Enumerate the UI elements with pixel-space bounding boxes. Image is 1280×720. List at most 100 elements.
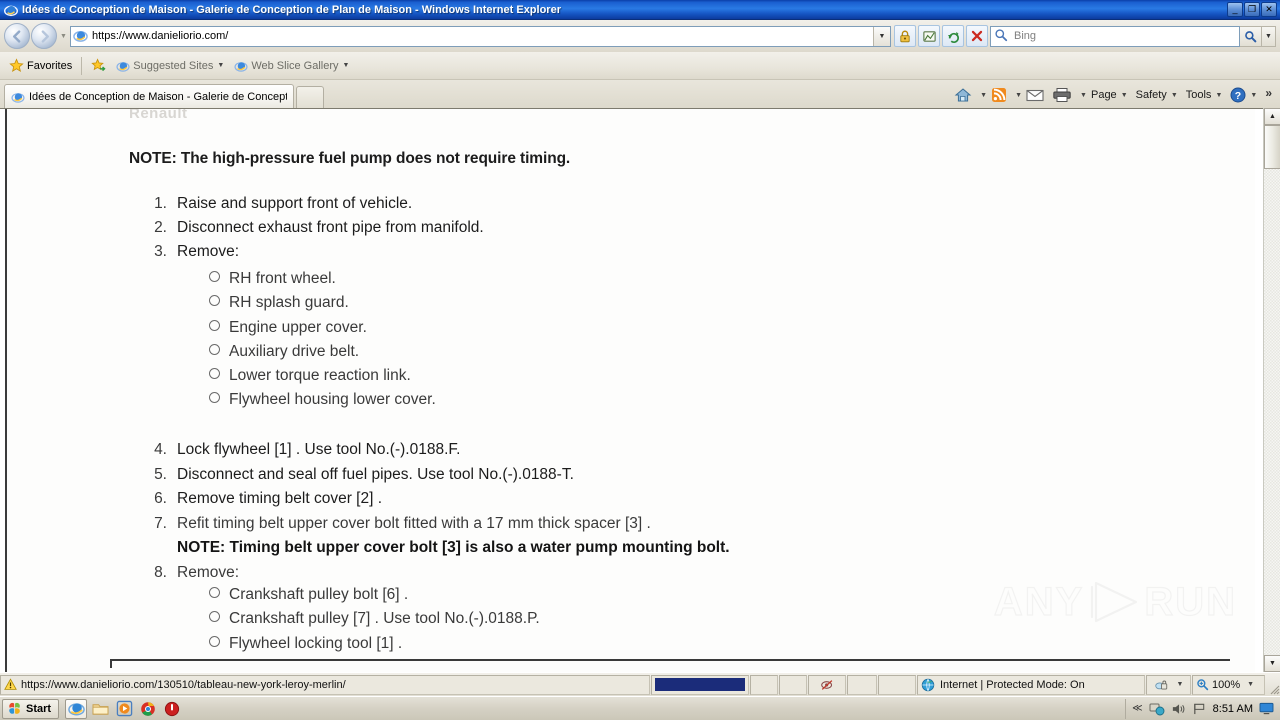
tools-menu-label: Tools [1185,89,1212,101]
sublist-item-text: Crankshaft pulley [7] . Use tool No.(-).… [229,610,540,628]
close-button[interactable]: ✕ [1261,2,1277,17]
compatibility-view-icon[interactable] [918,25,940,47]
sublist-item-text: Crankshaft pulley bolt [6] . [229,586,409,603]
new-tab-button[interactable] [296,86,324,108]
chevron-down-icon[interactable]: ▼ [1250,92,1257,99]
list-item-text: Remove timing belt cover [2] . [177,490,383,507]
taskbar-clock[interactable]: 8:51 AM [1213,703,1253,715]
ie-small-icon [234,59,248,73]
list-item: 2. Disconnect exhaust front pipe from ma… [147,219,484,243]
volume-icon[interactable] [1171,702,1186,716]
taskbar-media-player-icon[interactable] [113,699,135,719]
feeds-caret-icon[interactable]: ▼ [1015,92,1022,99]
chevron-down-icon[interactable]: ▼ [217,62,224,69]
vertical-scrollbar[interactable]: ▲ ▼ [1263,108,1280,672]
restore-button[interactable]: ❐ [1244,2,1260,17]
status-url-text: https://www.danieliorio.com/130510/table… [21,678,346,691]
tab-favicon-icon [11,90,25,104]
mail-button[interactable] [1022,84,1048,106]
status-blank-cell-1 [750,674,778,695]
zoom-cell[interactable]: 100% ▼ [1192,674,1265,695]
status-blank-cell-4 [878,674,916,695]
show-hidden-icons-icon[interactable]: ≪ [1132,703,1142,714]
chevron-down-icon[interactable]: ▼ [1215,92,1222,99]
list-item-number: 3. [154,243,167,260]
network-icon[interactable] [1149,702,1165,716]
scroll-up-button[interactable]: ▲ [1264,108,1280,125]
search-input[interactable]: Bing [1014,30,1036,42]
quick-launch-bar [65,698,183,719]
search-box[interactable]: Bing [990,25,1240,47]
sublist-item-text: RH front wheel. [229,270,336,287]
star-arrow-icon [91,58,106,73]
scrollbar-track[interactable] [1264,125,1280,655]
circle-bullet-icon [209,271,220,282]
chevron-down-icon[interactable]: ▼ [1171,92,1178,99]
status-popup-blocker-cell[interactable] [808,674,846,695]
sublist-remove-2: Crankshaft pulley bolt [6] . Crankshaft … [209,586,540,659]
list-item: 6. Remove timing belt cover [2] . [147,490,730,515]
start-button[interactable]: Start [2,698,60,719]
list-item-text: Lock flywheel [1] . Use tool No.(-).0188… [177,441,461,458]
security-lock-icon[interactable] [894,25,916,47]
command-bar-overflow-icon[interactable]: » [1261,86,1276,100]
print-button[interactable] [1048,84,1076,106]
status-progress-cell [651,674,749,695]
address-bar[interactable]: https://www.danieliorio.com/ ▼ [70,25,891,47]
refresh-icon[interactable] [942,25,964,47]
back-button[interactable] [4,23,30,49]
search-provider-dropdown-icon[interactable]: ▼ [1262,25,1276,47]
chevron-down-icon[interactable]: ▼ [343,62,350,69]
minimize-button[interactable]: _ [1227,2,1243,17]
taskbar-ie-icon[interactable] [65,698,88,719]
suggested-sites-item[interactable]: Suggested Sites ▼ [111,56,229,76]
list-item-text: NOTE: Timing belt upper cover bolt [3] i… [177,539,730,556]
browser-tab[interactable]: Idées de Conception de Maison - Galerie … [4,84,294,108]
list-item-text: Refit timing belt upper cover bolt fitte… [177,514,651,532]
zoom-caret-icon[interactable]: ▼ [1247,681,1254,688]
scroll-down-button[interactable]: ▼ [1264,655,1280,672]
window-controls: _ ❐ ✕ [1227,2,1277,17]
address-input-value[interactable]: https://www.danieliorio.com/ [92,30,873,42]
tools-menu-button[interactable]: Tools ▼ [1182,84,1227,106]
forward-button[interactable] [31,23,57,49]
list-item-text: Remove: [177,563,240,581]
system-tray: ≪ 8:51 AM [1125,698,1278,719]
home-button[interactable] [950,84,976,106]
favorites-separator [81,56,83,75]
add-to-favorites-bar-button[interactable] [86,56,111,76]
zoom-icon [1196,678,1209,691]
feeds-button[interactable] [987,84,1011,106]
recent-pages-caret-icon[interactable]: ▼ [57,24,70,48]
safety-menu-button[interactable]: Safety ▼ [1132,84,1182,106]
taskbar-explorer-icon[interactable] [89,699,111,719]
help-menu-button[interactable]: ? ▼ [1226,84,1261,106]
watermark-text-left: ANY [993,579,1085,624]
privacy-cell[interactable]: ▼ [1146,674,1191,695]
list-item-text: Remove: [177,243,240,260]
privacy-caret-icon[interactable]: ▼ [1177,681,1184,688]
action-flag-icon[interactable] [1192,702,1207,716]
address-dropdown-icon[interactable]: ▼ [873,26,890,46]
print-caret-icon[interactable]: ▼ [1080,92,1087,99]
zoom-level-text: 100% [1212,678,1241,691]
scrollbar-thumb[interactable] [1264,125,1280,169]
search-go-button[interactable] [1240,25,1262,47]
document-bottom-border [110,659,1230,668]
home-caret-icon[interactable]: ▼ [980,92,987,99]
list-item-text: Disconnect and seal off fuel pipes. Use … [177,465,574,483]
show-desktop-icon[interactable] [1259,702,1274,715]
taskbar-shutdown-icon[interactable] [161,699,183,719]
favorites-button[interactable]: Favorites [4,56,77,76]
security-zone-cell[interactable]: Internet | Protected Mode: On [917,674,1145,695]
tab-title: Idées de Conception de Maison - Galerie … [29,90,287,103]
resize-grip[interactable] [1266,675,1280,695]
web-slice-gallery-item[interactable]: Web Slice Gallery ▼ [229,56,354,76]
taskbar: Start ≪ 8:51 AM [0,696,1280,720]
stop-icon[interactable] [966,25,988,47]
window-title-bar: Idées de Conception de Maison - Galerie … [0,0,1280,20]
internet-explorer-icon [4,3,18,17]
page-menu-button[interactable]: Page ▼ [1087,84,1132,106]
chevron-down-icon[interactable]: ▼ [1121,92,1128,99]
taskbar-chrome-icon[interactable] [137,699,159,719]
